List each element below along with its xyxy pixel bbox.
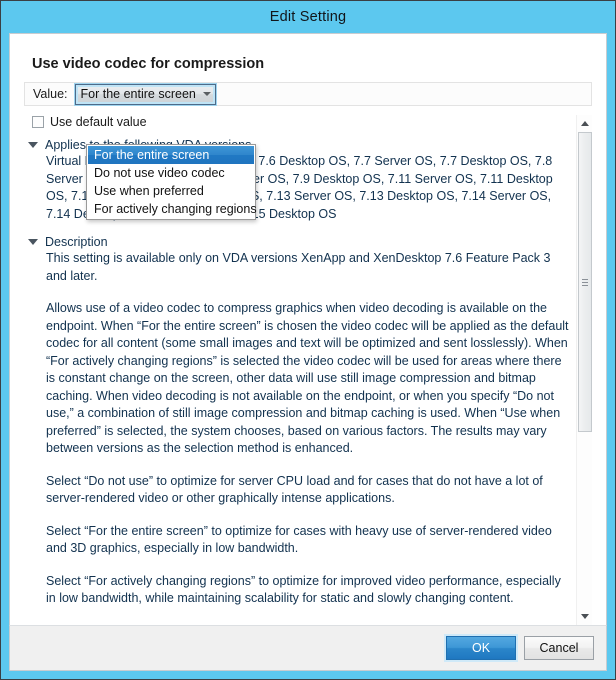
- expander-triangle-down-icon[interactable]: [28, 142, 38, 149]
- window-title: Edit Setting: [269, 9, 347, 25]
- dropdown-option-3[interactable]: For actively changing regions: [88, 200, 257, 218]
- value-combobox-text: For the entire screen: [80, 87, 196, 102]
- dialog-footer: OK Cancel: [9, 625, 607, 671]
- vertical-scrollbar[interactable]: [576, 115, 592, 625]
- dropdown-option-2[interactable]: Use when preferred: [88, 182, 254, 200]
- arrow-up-icon: [580, 121, 589, 127]
- arrow-down-icon: [580, 614, 589, 619]
- description-paragraph: Select “Do not use” to optimize for serv…: [46, 473, 543, 506]
- description-paragraph: Select “For actively changing regions” t…: [46, 573, 561, 606]
- use-default-checkbox[interactable]: [32, 116, 44, 129]
- scrollbar-track[interactable]: [576, 132, 592, 608]
- description-heading: Description: [45, 235, 108, 250]
- description-paragraph: This setting is available only on VDA ve…: [46, 251, 551, 283]
- grip-icon: [581, 278, 588, 286]
- window-bottom-chrome: [1, 671, 615, 679]
- description-paragraph: Allows use of a video codec to compress …: [46, 301, 569, 456]
- dropdown-option-1[interactable]: Do not use video codec: [88, 164, 254, 182]
- ok-button[interactable]: OK: [446, 636, 516, 660]
- scrollbar-thumb[interactable]: [577, 132, 592, 433]
- value-combobox[interactable]: For the entire screen: [74, 83, 216, 105]
- page-title: Use video codec for compression: [32, 56, 265, 72]
- dialog-client-area: Use video codec for compression Value: F…: [9, 33, 607, 625]
- value-label: Value:: [33, 87, 68, 102]
- expander-triangle-down-icon[interactable]: [28, 239, 38, 246]
- value-dropdown-list[interactable]: For the entire screen Do not use video c…: [86, 144, 257, 220]
- cancel-button[interactable]: Cancel: [524, 636, 594, 660]
- value-panel: Value: For the entire screen: [24, 82, 592, 107]
- use-default-label: Use default value: [50, 115, 147, 130]
- description-section: Description This setting is available on…: [24, 235, 572, 625]
- scroll-up-button[interactable]: [577, 115, 593, 132]
- edit-setting-window: Edit Setting Use video codec for compres…: [0, 0, 616, 680]
- use-default-row[interactable]: Use default value: [32, 115, 572, 129]
- chevron-down-icon: [202, 92, 211, 97]
- dropdown-option-0[interactable]: For the entire screen: [88, 146, 254, 164]
- window-titlebar: Edit Setting: [1, 1, 615, 33]
- description-paragraph: Select “For the entire screen” to optimi…: [46, 523, 552, 556]
- scroll-down-button[interactable]: [577, 608, 593, 625]
- description-header[interactable]: Description: [28, 235, 572, 249]
- description-body: This setting is available only on VDA ve…: [46, 250, 572, 625]
- description-paragraph: Select “Use video codec” to allow the sy…: [46, 623, 572, 625]
